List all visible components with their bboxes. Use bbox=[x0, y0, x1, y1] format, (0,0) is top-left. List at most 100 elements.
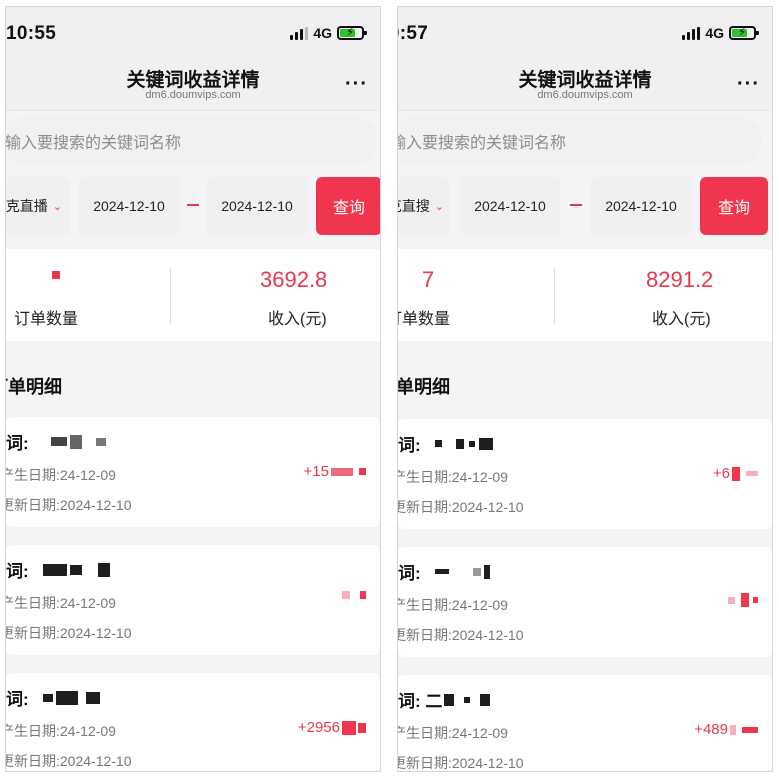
masked-keyword bbox=[69, 434, 82, 449]
masked-keyword bbox=[434, 440, 442, 447]
start-date-value: 2024-12-10 bbox=[474, 198, 546, 214]
detail-title: 订单明细 bbox=[6, 377, 62, 397]
order-count-label: 订单数量 bbox=[14, 311, 79, 328]
end-date-field[interactable]: 2024-12-10 bbox=[590, 177, 692, 235]
network-label: 4G bbox=[705, 25, 724, 41]
amount-value: +489 bbox=[694, 721, 758, 738]
masked-amount bbox=[746, 471, 758, 476]
order-count-label: 订单数量 bbox=[398, 311, 451, 328]
keyword-label: 关键词: bbox=[397, 436, 421, 455]
masked-keyword bbox=[480, 693, 491, 706]
list-item[interactable]: 关键词: 订单产生日期:24-12-09 订单更新日期:2024-12-10 +… bbox=[6, 673, 380, 771]
masked-amount bbox=[741, 593, 749, 607]
nav-bar: 关键词收益详情 dm6.doumvips.com ··· bbox=[6, 59, 380, 111]
masked-keyword bbox=[97, 562, 110, 577]
order-count-value: 7 bbox=[422, 267, 435, 292]
source-select[interactable]: 抖克直播 ⌄ bbox=[6, 177, 70, 235]
search-input[interactable]: 输入要搜索的关键词名称 bbox=[397, 117, 762, 165]
filter-row: 抖克直搜 ⌄ 2024-12-10 2024-12-10 查询 bbox=[398, 177, 772, 235]
search-input[interactable]: 输入要搜索的关键词名称 bbox=[5, 117, 378, 165]
masked-amount bbox=[358, 722, 366, 733]
amount-value: +6 bbox=[713, 465, 758, 482]
end-date-value: 2024-12-10 bbox=[605, 198, 677, 214]
created-date: 订单产生日期:24-12-09 bbox=[6, 595, 116, 611]
masked-keyword bbox=[85, 691, 100, 704]
signal-icon bbox=[290, 26, 309, 40]
status-bar: 10:55 4G ⚡ bbox=[6, 7, 380, 59]
masked-keyword bbox=[468, 440, 475, 447]
updated-date: 订单更新日期:2024-12-10 bbox=[398, 499, 524, 515]
amount-text: +6 bbox=[712, 465, 730, 482]
battery-icon: ⚡ bbox=[729, 25, 759, 40]
stats-divider bbox=[554, 267, 555, 325]
list-item[interactable]: 关键词: 订单产生日期:24-12-09 订单更新日期:2024-12-10 +… bbox=[398, 419, 772, 529]
amount-value: +15 bbox=[304, 463, 366, 480]
list-item[interactable]: 关键词: 二 订单产生日期:24-12-09 订单更新日期:2024-12-10… bbox=[397, 675, 772, 771]
created-date: 订单产生日期:24-12-09 bbox=[6, 723, 116, 739]
page-title: 关键词收益详情 bbox=[518, 70, 652, 91]
start-date-value: 2024-12-10 bbox=[93, 198, 165, 214]
battery-icon: ⚡ bbox=[337, 25, 367, 40]
updated-date: 订单更新日期:2024-12-10 bbox=[398, 755, 524, 771]
status-bar: 10:57 4G ⚡ bbox=[398, 7, 772, 59]
page-title: 关键词收益详情 bbox=[126, 70, 260, 91]
source-select[interactable]: 抖克直搜 ⌄ bbox=[398, 177, 450, 235]
masked-amount bbox=[728, 596, 735, 604]
status-time: 10:55 bbox=[6, 23, 57, 44]
income-value: 3692.8 bbox=[260, 267, 328, 292]
search-placeholder: 输入要搜索的关键词名称 bbox=[5, 135, 182, 152]
date-range-dash bbox=[570, 204, 582, 206]
created-date: 订单产生日期:24-12-09 bbox=[6, 467, 116, 483]
list-item[interactable]: 关键词: 订单产生日期:24-12-09 订单更新日期:2024-12-10 bbox=[6, 545, 380, 655]
masked-keyword bbox=[42, 693, 53, 702]
masked-amount bbox=[331, 467, 353, 476]
masked-amount bbox=[742, 726, 758, 733]
list-item[interactable]: 关键词: 订单产生日期:24-12-09 订单更新日期:2024-12-10 bbox=[398, 547, 772, 657]
screenshot-left: 10:55 4G ⚡ 关键词收益详情 dm6.doumvips.com ··· … bbox=[5, 6, 381, 772]
order-count-masked bbox=[52, 271, 60, 279]
chevron-down-icon: ⌄ bbox=[434, 200, 444, 213]
status-icons: 4G ⚡ bbox=[682, 25, 759, 41]
masked-amount bbox=[359, 468, 366, 475]
list-item[interactable]: 关键词: 订单产生日期:24-12-09 订单更新日期:2024-12-10 +… bbox=[6, 417, 380, 527]
start-date-field[interactable]: 2024-12-10 bbox=[78, 177, 180, 235]
start-date-field[interactable]: 2024-12-10 bbox=[460, 177, 560, 235]
source-label: 抖克直搜 bbox=[398, 198, 430, 214]
updated-date: 订单更新日期:2024-12-10 bbox=[398, 627, 524, 643]
stats-panel: 7 订单数量 8291.2 收入(元) bbox=[398, 249, 772, 341]
keyword-label: 关键词: bbox=[5, 434, 29, 453]
masked-keyword bbox=[444, 693, 455, 706]
masked-keyword bbox=[50, 437, 67, 446]
keyword-label: 关键词: bbox=[397, 564, 421, 583]
detail-title: 订单明细 bbox=[397, 377, 450, 397]
amount-value bbox=[340, 591, 366, 599]
amount-value: +2956 bbox=[298, 719, 366, 736]
income-label: 收入(元) bbox=[652, 311, 711, 328]
amount-text: +2956 bbox=[297, 719, 340, 736]
masked-keyword bbox=[55, 690, 78, 705]
masked-keyword bbox=[472, 567, 481, 576]
updated-date: 订单更新日期:2024-12-10 bbox=[6, 497, 132, 513]
status-time: 10:57 bbox=[398, 23, 429, 44]
signal-icon bbox=[682, 26, 701, 40]
masked-keyword bbox=[483, 564, 490, 579]
income-label: 收入(元) bbox=[268, 311, 327, 328]
updated-date: 订单更新日期:2024-12-10 bbox=[6, 753, 132, 769]
query-button[interactable]: 查询 bbox=[700, 177, 768, 235]
more-icon[interactable]: ··· bbox=[345, 73, 368, 96]
more-icon[interactable]: ··· bbox=[737, 73, 760, 96]
masked-keyword bbox=[42, 563, 67, 576]
income-value: 8291.2 bbox=[646, 267, 714, 292]
masked-keyword bbox=[95, 437, 106, 446]
screenshot-right: 10:57 4G ⚡ 关键词收益详情 dm6.doumvips.com ··· … bbox=[397, 6, 773, 772]
query-button[interactable]: 查询 bbox=[316, 177, 380, 235]
end-date-field[interactable]: 2024-12-10 bbox=[206, 177, 308, 235]
page-domain: dm6.doumvips.com bbox=[537, 89, 633, 101]
masked-amount bbox=[730, 724, 736, 735]
masked-keyword bbox=[464, 696, 471, 703]
updated-date: 订单更新日期:2024-12-10 bbox=[6, 625, 132, 641]
keyword-label: 关键词: 二 bbox=[397, 692, 443, 711]
stats-panel: 订单数量 3692.8 收入(元) bbox=[6, 249, 380, 341]
search-placeholder: 输入要搜索的关键词名称 bbox=[397, 135, 567, 152]
date-range-dash bbox=[187, 204, 199, 206]
